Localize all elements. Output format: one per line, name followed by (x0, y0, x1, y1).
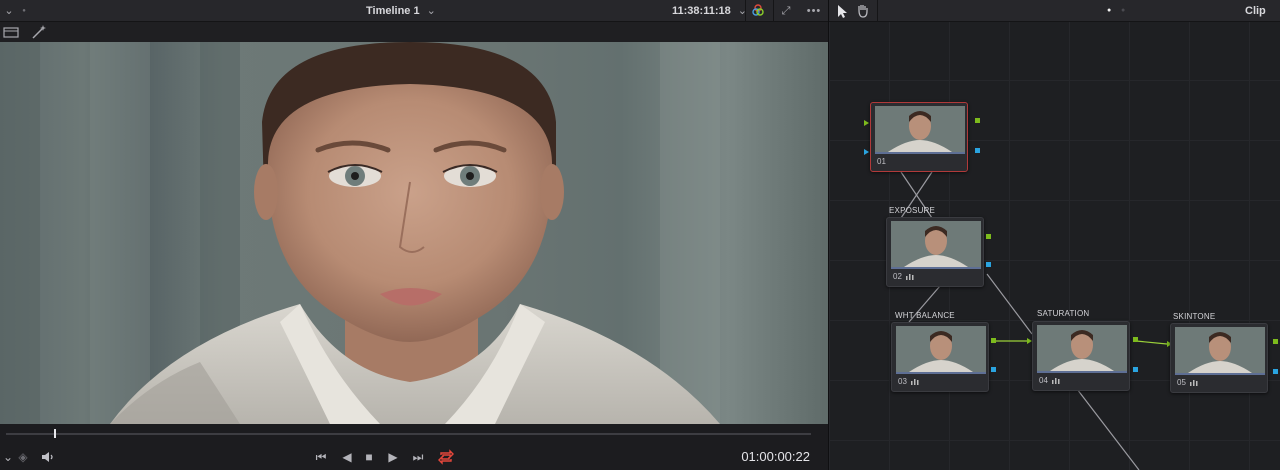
node-mode-dropdown[interactable]: Clip ⌄ (1245, 0, 1280, 39)
viewer-image[interactable] (0, 42, 828, 424)
scrubber-bar[interactable] (0, 424, 828, 444)
portrait-image (0, 42, 720, 424)
node-thumbnail (1175, 327, 1265, 375)
key-input-port[interactable] (864, 149, 869, 155)
layers-icon[interactable]: ◈ (16, 448, 30, 466)
node-number: 05 (1177, 378, 1186, 387)
rgb-output-port[interactable] (1273, 339, 1278, 344)
rgb-output-port[interactable] (975, 118, 980, 123)
node-number: 01 (877, 157, 886, 166)
node-label-exposure: EXPOSURE (889, 206, 936, 215)
node-number: 04 (1039, 376, 1048, 385)
rgb-input-port[interactable] (864, 120, 869, 126)
ellipsis-icon[interactable]: ••• (806, 0, 822, 22)
rgb-output-port[interactable] (986, 234, 991, 239)
node-editor[interactable]: 01 EXPOSURE 02 WHT BALANCE 03 SATURATION… (829, 22, 1280, 470)
loop-icon[interactable] (436, 448, 456, 466)
color-wheels-icon[interactable] (750, 0, 768, 22)
timeline-title: Timeline 1 (366, 5, 420, 17)
node-04[interactable]: 04 (1032, 321, 1130, 391)
node-thumbnail (896, 326, 986, 374)
dot-icon: ● (22, 8, 26, 14)
page-dot-active[interactable]: ● (1107, 0, 1111, 22)
key-output-port[interactable] (1133, 367, 1138, 372)
node-thumbnail (891, 221, 981, 269)
key-output-port[interactable] (975, 148, 980, 153)
node-thumbnail (1037, 325, 1127, 373)
graph-icon (1052, 378, 1060, 384)
pointer-icon[interactable] (836, 0, 850, 22)
key-output-port[interactable] (1273, 369, 1278, 374)
resolve-color-page: ⌄ ● Timeline 1 ⌄ 11:38:11:18 ⌄ ⤢ ••• ● ●… (0, 0, 1280, 470)
viewer-topbar: ⌄ ● Timeline 1 ⌄ 11:38:11:18 ⌄ ⤢ ••• ● ●… (0, 0, 1280, 39)
node-thumbnail (875, 106, 965, 154)
node-label-wht-balance: WHT BALANCE (895, 311, 955, 320)
node-label-saturation: SATURATION (1037, 309, 1090, 318)
divider (877, 0, 878, 22)
hand-icon[interactable] (856, 0, 872, 22)
node-label-skintone: SKINTONE (1173, 312, 1216, 321)
chevron-down-icon: ⌄ (426, 5, 436, 17)
stop-icon[interactable]: ■ (362, 448, 376, 466)
expand-icon[interactable]: ⤢ (779, 0, 793, 22)
play-icon[interactable]: ▶ (386, 448, 400, 466)
node-03[interactable]: 03 (891, 322, 989, 392)
page-dot[interactable]: ● (1121, 0, 1125, 22)
play-reverse-icon[interactable]: ◀ (340, 448, 354, 466)
transport-controls: ⌄ ◈ ⏮ ◀ ■ ▶ ⏭ 01:00:00:22 (0, 444, 828, 470)
graph-icon (906, 274, 914, 280)
rgb-output-port[interactable] (1133, 337, 1138, 342)
graph-icon (1190, 380, 1198, 386)
timecode-dropdown[interactable]: 11:38:11:18 ⌄ (672, 0, 747, 22)
viewer-toolbar (0, 22, 828, 42)
key-output-port[interactable] (991, 367, 996, 372)
chevron-down-icon[interactable]: ⌄ (3, 448, 13, 466)
node-number: 02 (893, 272, 902, 281)
scrubber-track[interactable] (6, 433, 811, 435)
skip-to-start-icon[interactable]: ⏮ (312, 448, 330, 466)
rgb-output-port[interactable] (991, 338, 996, 343)
source-timecode: 11:38:11:18 (672, 5, 731, 17)
timeline-title-dropdown[interactable]: Timeline 1 ⌄ (366, 0, 436, 22)
divider (745, 0, 746, 22)
skip-to-end-icon[interactable]: ⏭ (409, 448, 427, 466)
node-number: 03 (898, 377, 907, 386)
node-01[interactable]: 01 (870, 102, 968, 172)
record-timecode: 01:00:00:22 (741, 449, 810, 464)
node-mode-label: Clip (1245, 5, 1266, 17)
key-output-port[interactable] (986, 262, 991, 267)
node-02[interactable]: 02 (886, 217, 984, 287)
node-05[interactable]: 05 (1170, 323, 1268, 393)
volume-icon[interactable] (40, 448, 56, 466)
playhead[interactable] (54, 429, 56, 438)
chevron-down-icon[interactable]: ⌄ (3, 0, 15, 22)
graph-icon (911, 379, 919, 385)
divider (773, 0, 774, 22)
